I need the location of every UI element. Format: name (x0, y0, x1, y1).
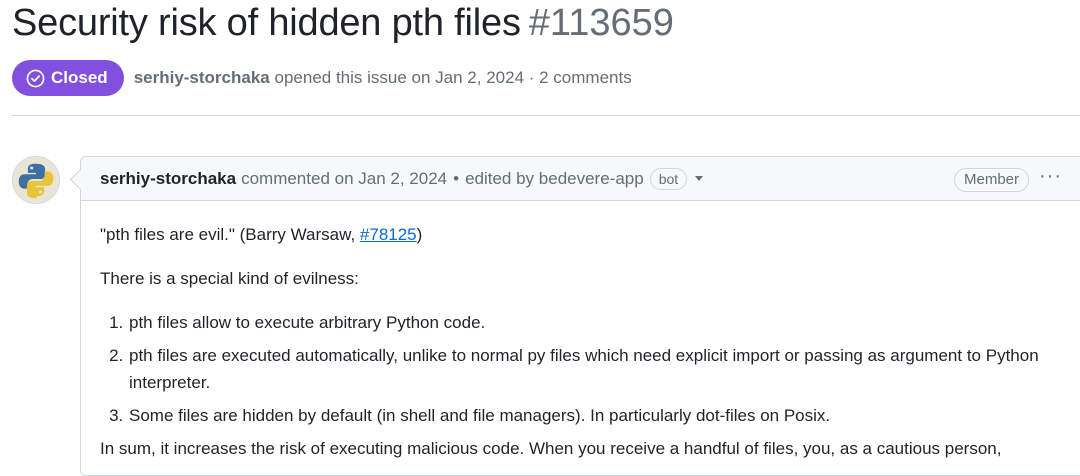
intro-paragraph: There is a special kind of evilness: (100, 269, 359, 288)
member-badge: Member (954, 168, 1030, 192)
comment-header: serhiy-storchaka commented on Jan 2, 202… (81, 157, 1080, 201)
comment-date[interactable]: commented on Jan 2, 2024 (241, 169, 447, 189)
list-item: pth files are executed automatically, un… (128, 342, 1080, 396)
quote-paragraph: "pth files are evil." (Barry Warsaw, #78… (100, 221, 422, 248)
quote-suffix: ) (416, 225, 423, 244)
kebab-horizontal-icon[interactable]: ··· (1039, 166, 1062, 186)
quote-prefix: "pth files are evil." (Barry Warsaw, (100, 225, 360, 244)
issue-number: #113659 (528, 2, 674, 44)
comment-author-link[interactable]: serhiy-storchaka (100, 169, 236, 189)
state-label: Closed (51, 68, 108, 87)
header-separator: • (453, 168, 460, 188)
issue-meta-text: serhiy-storchaka opened this issue on Ja… (134, 68, 632, 88)
list-item: Some files are hidden by default (in she… (128, 402, 1080, 429)
comment-box: serhiy-storchaka commented on Jan 2, 202… (80, 156, 1080, 476)
summary-paragraph: In sum, it increases the risk of executi… (100, 439, 1002, 458)
list-item: pth files allow to execute arbitrary Pyt… (128, 309, 1080, 336)
edited-by-text[interactable]: edited by bedevere-app (465, 169, 644, 189)
state-badge-closed: Closed (12, 60, 124, 96)
caret-down-icon[interactable] (695, 176, 704, 181)
issue-opened-text: opened this issue on Jan 2, 2024 · 2 com… (274, 68, 632, 87)
check-circle-icon (26, 69, 45, 87)
evilness-list: pth files allow to execute arbitrary Pyt… (100, 309, 1080, 435)
issue-author-link[interactable]: serhiy-storchaka (134, 68, 270, 87)
issue-title: Security risk of hidden pth files (12, 2, 521, 44)
avatar[interactable] (12, 156, 60, 204)
python-logo-icon (13, 157, 59, 203)
bot-badge: bot (649, 167, 688, 190)
issue-title-row: Security risk of hidden pth files #113659 (12, 2, 674, 45)
issue-meta-row: Closed serhiy-storchaka opened this issu… (12, 60, 632, 96)
header-divider (12, 115, 1080, 116)
issue-reference-link[interactable]: #78125 (360, 225, 417, 244)
